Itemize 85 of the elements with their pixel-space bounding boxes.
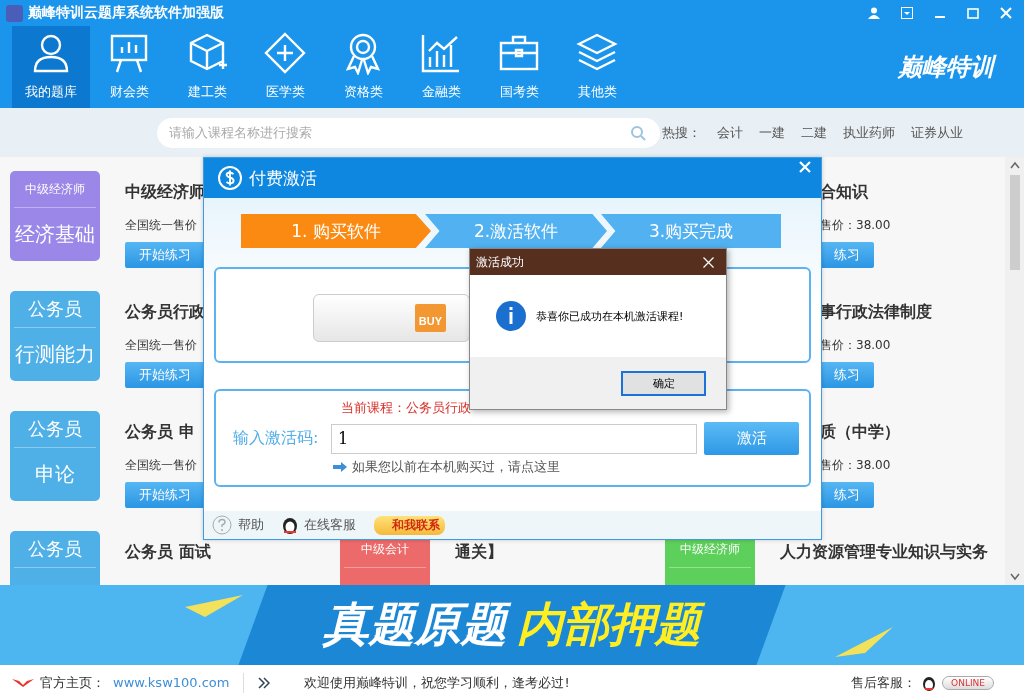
search-field[interactable]: 请输入课程名称进行搜索: [157, 117, 660, 148]
dialog-title: 付费激活: [249, 166, 317, 190]
arrow-icon: [333, 462, 347, 472]
logo: 巅峰特训: [898, 51, 1024, 83]
badge-category: 公务员: [14, 291, 96, 328]
purchased-before-link[interactable]: 如果您以前在本机购买过，请点这里: [352, 458, 560, 476]
start-practice-button[interactable]: 练习: [820, 362, 874, 388]
nav-tab[interactable]: 财会类: [90, 26, 168, 108]
contact-us-button[interactable]: 和我联系: [374, 515, 445, 535]
success-message: 恭喜你已成功在本机激活课程!: [536, 308, 684, 324]
window-title: 巅峰特训云题库系统软件加强版: [28, 4, 224, 22]
course-title: 人力资源管理专业知识与实务: [780, 541, 988, 563]
homepage-link[interactable]: www.ksw100.com: [113, 675, 230, 690]
user-icon[interactable]: [868, 7, 880, 19]
course-price: 全国统一售价: [125, 217, 197, 234]
badge-category: 中级经济师: [14, 171, 96, 208]
start-practice-button[interactable]: 练习: [820, 242, 874, 268]
course-title: 合知识: [820, 181, 868, 203]
plus-icon: [263, 31, 307, 75]
course-price: 全国统一售价: [125, 457, 197, 474]
step-indicator: 2.激活软件: [425, 214, 607, 248]
course-price: 售价：38.00: [820, 457, 891, 474]
double-chevron-icon: [258, 676, 271, 689]
dollar-icon: [217, 165, 243, 191]
start-practice-button[interactable]: 开始练习: [125, 242, 205, 268]
online-service-link[interactable]: 在线客服: [304, 516, 356, 534]
support-label: 售后客服：: [851, 673, 917, 692]
app-icon: [6, 4, 23, 22]
paper-plane-icon: [835, 627, 893, 657]
course-title: 通关】: [455, 541, 503, 563]
paper-plane-icon: [185, 595, 243, 617]
info-icon: [496, 301, 526, 331]
close-icon[interactable]: [703, 256, 714, 268]
start-practice-button[interactable]: 开始练习: [125, 482, 205, 508]
step-indicator: 1. 购买软件: [241, 214, 431, 248]
hot-search-link[interactable]: 一建: [759, 123, 785, 142]
ok-button[interactable]: 确定: [621, 370, 706, 396]
nav-tab[interactable]: 金融类: [402, 26, 480, 108]
welcome-message: 欢迎使用巅峰特训，祝您学习顺利，逢考必过!: [304, 673, 570, 692]
help-link[interactable]: 帮助: [238, 516, 264, 534]
badge-category: 公务员: [14, 531, 96, 568]
course-price: 售价：38.00: [820, 217, 891, 234]
course-title: 公务员行政: [125, 301, 205, 323]
promo-banner[interactable]: 真题原题 内部押题: [0, 585, 1024, 665]
current-course: 当前课程：公务员行政: [341, 399, 472, 417]
course-title: 公务员 申: [125, 421, 195, 443]
start-practice-button[interactable]: 练习: [820, 482, 874, 508]
hot-search-link[interactable]: 会计: [717, 123, 743, 142]
hot-search-link[interactable]: 二建: [801, 123, 827, 142]
logo-icon: [12, 676, 34, 689]
homepage-label: 官方主页：: [40, 673, 105, 692]
course-price: 售价：38.00: [820, 337, 891, 354]
hot-search-link[interactable]: 证券从业: [911, 123, 963, 142]
scrollbar[interactable]: [1005, 157, 1024, 585]
buy-button[interactable]: BUY: [313, 294, 470, 342]
buy-bag-icon: BUY: [414, 304, 446, 332]
start-practice-button[interactable]: 开始练习: [125, 362, 205, 388]
maximize-icon[interactable]: [967, 7, 979, 19]
message-box-title: 激活成功: [476, 253, 524, 271]
scroll-thumb[interactable]: [1009, 175, 1020, 270]
help-icon[interactable]: [212, 515, 232, 535]
online-badge[interactable]: ONLINE: [942, 675, 994, 690]
nav-tab[interactable]: 建工类: [168, 26, 246, 108]
badge-subject: 经济基础: [14, 221, 96, 248]
nav-tab[interactable]: 国考类: [480, 26, 558, 108]
nav-tab[interactable]: 医学类: [246, 26, 324, 108]
badge-subject: 行测能力: [14, 341, 96, 368]
hot-search-label: 热搜：: [662, 123, 701, 142]
step-indicator: 3.购买完成: [601, 214, 781, 248]
nav-tab[interactable]: 资格类: [324, 26, 402, 108]
code-label: 输入激活码:: [233, 428, 320, 449]
nav-tab[interactable]: 我的题库: [12, 26, 90, 108]
badge-subject: 申论: [34, 461, 76, 488]
nav-tab[interactable]: 其他类: [558, 26, 636, 108]
scroll-up-icon[interactable]: [1009, 161, 1020, 169]
activate-button[interactable]: 激活: [704, 422, 799, 455]
course-price: 全国统一售价: [125, 337, 197, 354]
course-title: 公务员 面试: [125, 541, 211, 563]
hot-search-link[interactable]: 执业药师: [843, 123, 895, 142]
dropdown-icon[interactable]: [901, 7, 913, 19]
course-title: 质（中学）: [820, 421, 900, 443]
badge-category: 公务员: [14, 411, 96, 448]
scroll-down-icon[interactable]: [1009, 573, 1020, 581]
course-title: 事行政法律制度: [820, 301, 932, 323]
activation-code-input[interactable]: 1: [331, 423, 697, 454]
